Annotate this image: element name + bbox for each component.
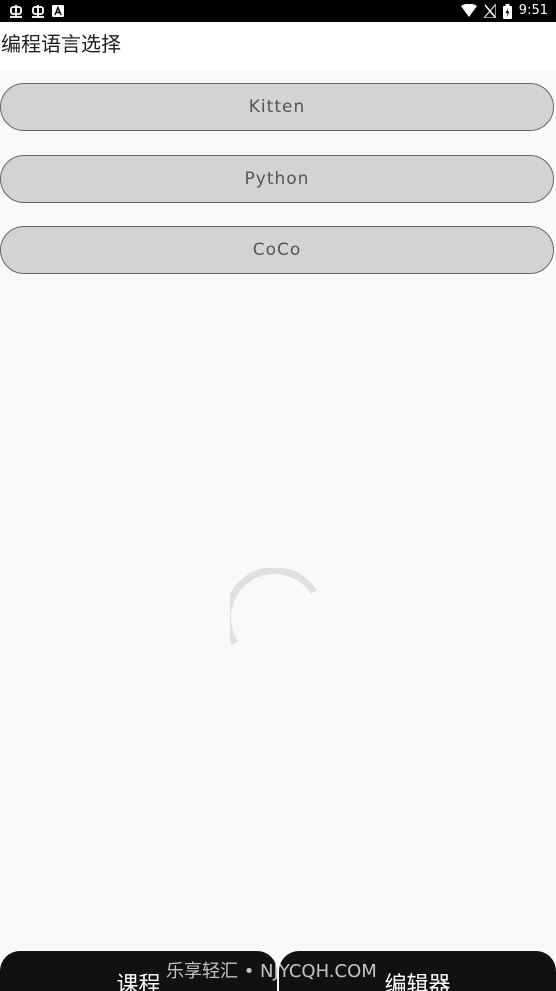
- coco-button[interactable]: CoCo: [0, 226, 554, 274]
- tab-editor[interactable]: 编辑器: [279, 951, 556, 991]
- tab-course-label: 课程: [116, 973, 161, 991]
- tab-course[interactable]: 课程: [0, 951, 277, 991]
- tab-editor-label: 编辑器: [384, 973, 451, 991]
- status-bar-right-icons: 9:51: [460, 2, 548, 20]
- bug-icon: [10, 5, 22, 18]
- status-bar-time: 9:51: [518, 3, 548, 18]
- python-button[interactable]: Python: [0, 155, 554, 203]
- bug-icon: [32, 5, 44, 18]
- no-signal-icon: [483, 4, 496, 18]
- status-bar: 9:51: [0, 0, 556, 22]
- page-title: 编程语言选择: [1, 32, 121, 56]
- kitten-button[interactable]: Kitten: [0, 83, 554, 131]
- battery-icon: [502, 3, 512, 19]
- loading-spinner-icon: [230, 568, 317, 645]
- wifi-icon: [460, 4, 477, 17]
- status-bar-left-icons: [8, 3, 64, 19]
- a-badge-icon: [52, 5, 64, 17]
- header: 编程语言选择: [0, 22, 556, 70]
